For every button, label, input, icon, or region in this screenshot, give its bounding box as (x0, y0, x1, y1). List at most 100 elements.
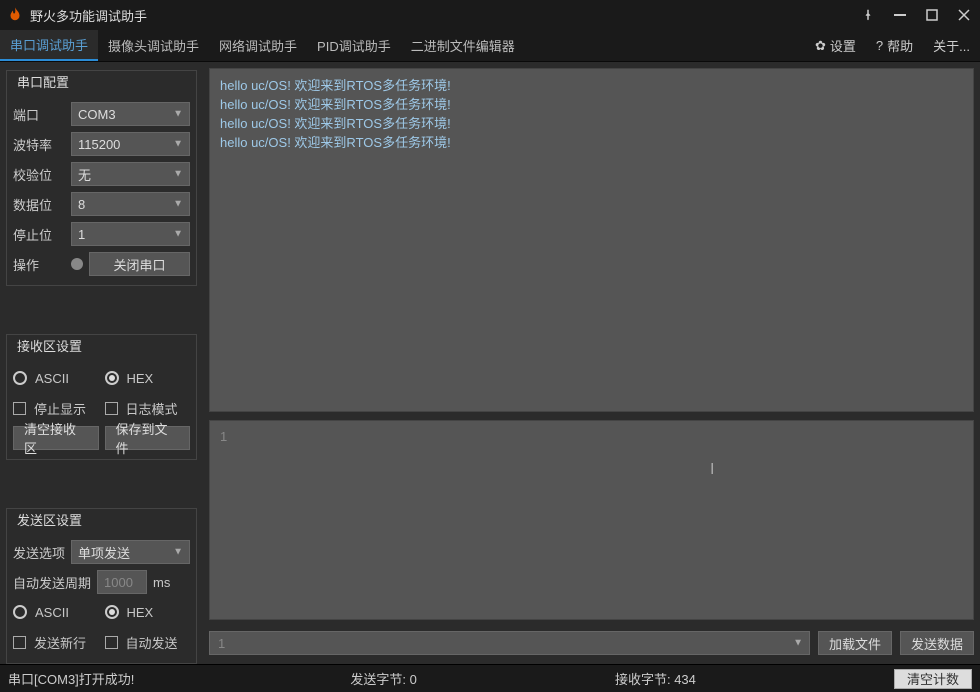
tx-bytes-label: 发送字节: 0 (350, 669, 416, 688)
checkbox-label: 停止显示 (34, 399, 86, 418)
send-newline-checkbox[interactable]: 发送新行 (13, 633, 99, 652)
button-label: 关闭串口 (113, 255, 165, 274)
send-hex-radio[interactable]: HEX (105, 605, 191, 620)
select-value: 8 (78, 197, 85, 212)
connection-status-icon (71, 258, 83, 270)
checkbox-icon (13, 402, 26, 415)
select-value: 1 (78, 227, 85, 242)
radio-icon (105, 371, 119, 385)
port-label: 端口 (13, 105, 65, 124)
checkbox-label: 自动发送 (126, 633, 178, 652)
baud-select[interactable]: 115200 ▼ (71, 132, 190, 156)
select-value: 无 (78, 165, 91, 184)
checkbox-icon (13, 636, 26, 649)
recv-settings-group: 接收区设置 ASCII HEX 停止显示 日志模式 清空接收区 保存到文件 (6, 334, 197, 460)
maximize-button[interactable] (916, 0, 948, 30)
log-mode-checkbox[interactable]: 日志模式 (105, 399, 191, 418)
button-label: 加载文件 (829, 634, 881, 653)
chevron-down-icon: ▼ (173, 229, 183, 240)
op-label: 操作 (13, 255, 65, 274)
close-serial-button[interactable]: 关闭串口 (89, 252, 190, 276)
group-title: 串口配置 (13, 72, 73, 91)
send-input-value: 1 (220, 429, 227, 444)
clear-count-button[interactable]: 清空计数 (894, 669, 972, 689)
radio-icon (105, 605, 119, 619)
about-label: 关于... (933, 36, 970, 55)
chevron-down-icon: ▼ (173, 547, 183, 558)
help-label: 帮助 (887, 36, 913, 55)
checkbox-icon (105, 402, 118, 415)
radio-icon (13, 371, 27, 385)
button-label: 保存到文件 (116, 419, 180, 457)
auto-period-input[interactable] (97, 570, 147, 594)
send-settings-group: 发送区设置 发送选项 单项发送 ▼ 自动发送周期 ms ASCII HEX 发送新… (6, 508, 197, 664)
receive-output-pane[interactable]: hello uc/OS! 欢迎来到RTOS多任务环境! hello uc/OS!… (209, 68, 974, 412)
checkbox-label: 日志模式 (126, 399, 178, 418)
combo-value: 1 (218, 636, 225, 651)
select-value: 单项发送 (78, 543, 130, 562)
databits-label: 数据位 (13, 195, 65, 214)
button-label: 清空计数 (907, 669, 959, 688)
send-data-button[interactable]: 发送数据 (900, 631, 974, 655)
help-button[interactable]: ? 帮助 (866, 30, 923, 61)
recv-ascii-radio[interactable]: ASCII (13, 371, 99, 386)
output-line: hello uc/OS! 欢迎来到RTOS多任务环境! (220, 77, 963, 96)
port-select[interactable]: COM3▼ (71, 102, 190, 126)
app-title: 野火多功能调试助手 (30, 6, 852, 25)
tab-network-debug[interactable]: 网络调试助手 (209, 30, 307, 61)
app-logo-icon (6, 6, 24, 24)
serial-config-group: 串口配置 端口 COM3▼ 波特率 115200▼ 校验位 无▼ 数据位 8▼ … (6, 70, 197, 286)
button-label: 发送数据 (911, 634, 963, 653)
chevron-down-icon: ▼ (173, 139, 183, 150)
stopbits-label: 停止位 (13, 225, 65, 244)
send-history-combo[interactable]: 1▼ (209, 631, 810, 655)
close-button[interactable] (948, 0, 980, 30)
stop-display-checkbox[interactable]: 停止显示 (13, 399, 99, 418)
tab-label: 串口调试助手 (10, 35, 88, 54)
tab-label: 摄像头调试助手 (108, 36, 199, 55)
chevron-down-icon: ▼ (173, 109, 183, 120)
tab-serial-debug[interactable]: 串口调试助手 (0, 30, 98, 61)
load-file-button[interactable]: 加载文件 (818, 631, 892, 655)
select-value: 115200 (78, 137, 120, 152)
save-to-file-button[interactable]: 保存到文件 (105, 426, 191, 450)
tab-label: 网络调试助手 (219, 36, 297, 55)
radio-icon (13, 605, 27, 619)
chevron-down-icon: ▼ (173, 199, 183, 210)
radio-label: ASCII (35, 371, 69, 386)
auto-send-checkbox[interactable]: 自动发送 (105, 633, 191, 652)
unit-label: ms (153, 575, 170, 590)
tab-pid-debug[interactable]: PID调试助手 (307, 30, 401, 61)
recv-hex-radio[interactable]: HEX (105, 371, 191, 386)
radio-label: ASCII (35, 605, 69, 620)
output-line: hello uc/OS! 欢迎来到RTOS多任务环境! (220, 134, 963, 153)
settings-label: 设置 (830, 36, 856, 55)
parity-select[interactable]: 无▼ (71, 162, 190, 186)
auto-period-label: 自动发送周期 (13, 573, 91, 592)
parity-label: 校验位 (13, 165, 65, 184)
clear-recv-button[interactable]: 清空接收区 (13, 426, 99, 450)
about-button[interactable]: 关于... (923, 30, 980, 61)
send-option-label: 发送选项 (13, 543, 65, 562)
pin-button[interactable] (852, 0, 884, 30)
settings-button[interactable]: ✿设置 (805, 30, 866, 61)
help-icon: ? (876, 38, 883, 53)
radio-label: HEX (127, 605, 154, 620)
databits-select[interactable]: 8▼ (71, 192, 190, 216)
send-ascii-radio[interactable]: ASCII (13, 605, 99, 620)
tab-label: PID调试助手 (317, 36, 391, 55)
rx-bytes-label: 接收字节: 434 (615, 669, 696, 688)
chevron-down-icon: ▼ (793, 638, 803, 649)
minimize-button[interactable] (884, 0, 916, 30)
send-option-select[interactable]: 单项发送 ▼ (71, 540, 190, 564)
send-input-pane[interactable]: 1 I (209, 420, 974, 620)
tab-camera-debug[interactable]: 摄像头调试助手 (98, 30, 209, 61)
button-label: 清空接收区 (24, 419, 88, 457)
group-title: 发送区设置 (13, 510, 86, 529)
radio-label: HEX (127, 371, 154, 386)
checkbox-icon (105, 636, 118, 649)
stopbits-select[interactable]: 1▼ (71, 222, 190, 246)
group-title: 接收区设置 (13, 336, 86, 355)
output-line: hello uc/OS! 欢迎来到RTOS多任务环境! (220, 96, 963, 115)
tab-binary-editor[interactable]: 二进制文件编辑器 (401, 30, 525, 61)
